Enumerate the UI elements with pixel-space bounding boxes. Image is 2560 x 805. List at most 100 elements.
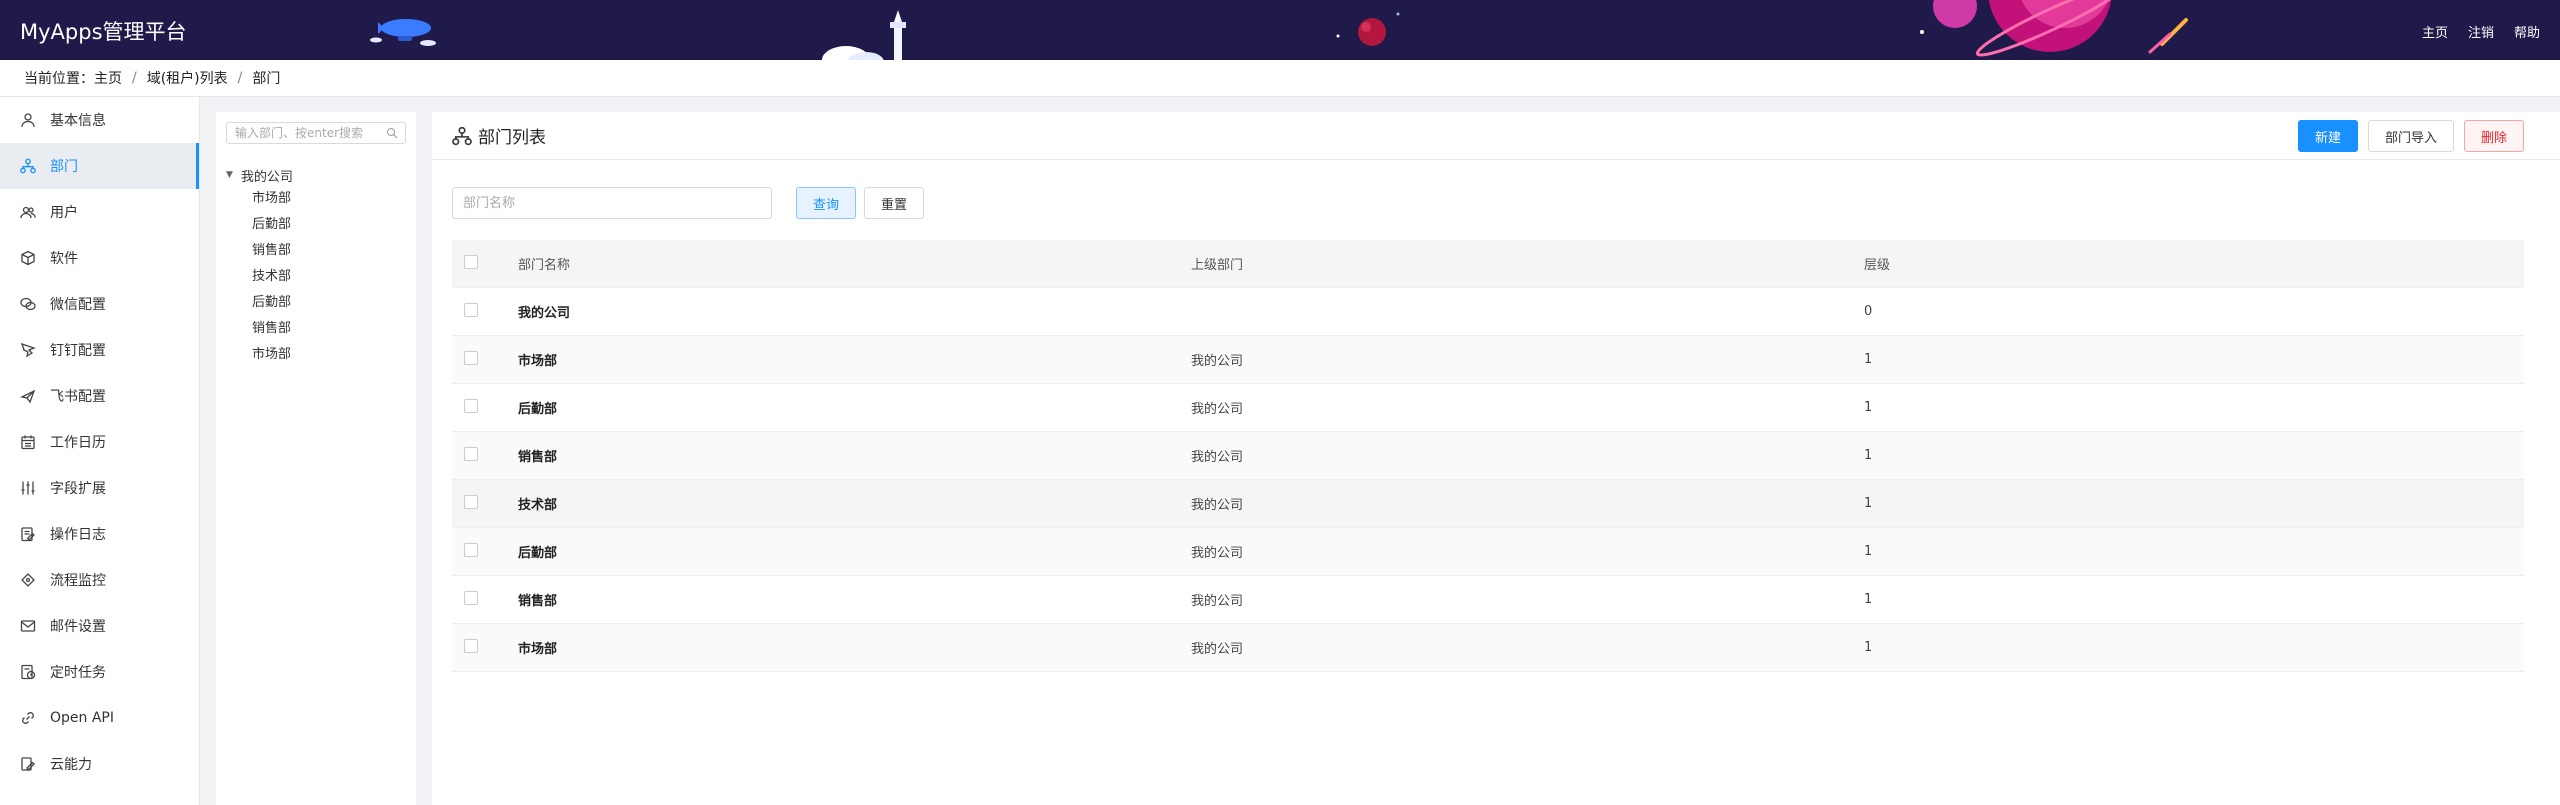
tree-search-input[interactable] [226,122,406,144]
tree-node[interactable]: 销售部 [226,316,293,342]
row-checkbox[interactable] [464,494,478,509]
query-button[interactable]: 查询 [796,187,857,219]
sidebar-item-label: Open API [50,710,114,726]
department-tree-panel: ▼ 我的公司 市场部 后勤部 销售部 技术部 后勤部 销售部 市场部 [216,112,416,805]
table-row[interactable]: 后勤部 我的公司 1 [452,384,2524,432]
sidebar-item-wechat[interactable]: 微信配置 [0,281,199,327]
sidebar-item-label: 软件 [50,251,78,267]
planet-large-illustration [1920,0,2188,57]
sidebar-item-label: 字段扩展 [50,481,106,497]
sidebar-item-mail-settings[interactable]: 邮件设置 [0,603,199,649]
sidebar-item-label: 用户 [50,205,78,221]
search-icon [387,128,398,139]
sidebar-item-scheduled-tasks[interactable]: 定时任务 [0,649,199,695]
sidebar: 基本信息 部门 用户 软件 微信配置 钉钉配置 飞书配置 工作日历 字段扩展 操… [0,97,200,805]
caret-down-icon[interactable]: ▼ [226,170,233,180]
sidebar-item-label: 云能力 [50,757,92,773]
column-header-parent: 上级部门 [1191,258,1244,273]
sidebar-item-label: 邮件设置 [50,619,106,635]
tower-illustration [822,10,906,60]
sidebar-item-basic-info[interactable]: 基本信息 [0,97,199,143]
cell-level: 1 [1864,496,1873,511]
sidebar-item-label: 工作日历 [50,435,106,451]
tree-node[interactable]: 后勤部 [226,290,293,316]
cell-parent-department: 我的公司 [1191,450,1244,465]
cell-parent-department: 我的公司 [1191,594,1244,609]
sidebar-item-open-api[interactable]: Open API [0,695,199,741]
user-icon [21,113,35,128]
sidebar-item-process-monitor[interactable]: 流程监控 [0,557,199,603]
row-checkbox[interactable] [464,398,478,413]
tree-node[interactable]: 市场部 [226,186,293,212]
top-nav-logout[interactable]: 注销 [2468,22,2494,41]
table-row[interactable]: 我的公司 0 [452,288,2524,336]
select-all-checkbox[interactable] [464,254,478,269]
log-icon [21,527,35,542]
row-checkbox[interactable] [464,302,478,317]
sidebar-item-software[interactable]: 软件 [0,235,199,281]
sidebar-item-dingtalk[interactable]: 钉钉配置 [0,327,199,373]
sidebar-item-cloud[interactable]: 云能力 [0,741,199,787]
wechat-icon [20,297,36,311]
org-icon [452,126,472,145]
feishu-icon [20,389,36,404]
top-nav-help[interactable]: 帮助 [2514,22,2540,41]
cell-department-name: 销售部 [518,450,558,465]
row-checkbox[interactable] [464,590,478,605]
table-row[interactable]: 技术部 我的公司 1 [452,480,2524,528]
calendar-icon [21,435,35,450]
sidebar-item-field-extension[interactable]: 字段扩展 [0,465,199,511]
cell-parent-department: 我的公司 [1191,402,1244,417]
import-button[interactable]: 部门导入 [2367,120,2454,152]
table-row[interactable]: 销售部 我的公司 1 [452,576,2524,624]
planet-small-illustration [1336,12,1400,46]
breadcrumb-current: 部门 [252,71,281,87]
table-row[interactable]: 后勤部 我的公司 1 [452,528,2524,576]
new-button[interactable]: 新建 [2297,120,2358,152]
sidebar-item-label: 定时任务 [50,665,106,681]
column-header-name: 部门名称 [518,258,571,273]
row-checkbox[interactable] [464,638,478,653]
monitor-icon [21,573,35,587]
breadcrumb-home[interactable]: 主页 [94,68,122,88]
app-title: MyApps管理平台 [20,20,187,44]
breadcrumb-tenant-list[interactable]: 域(租户)列表 [147,68,228,88]
action-buttons: 新建 部门导入 删除 [2297,120,2524,152]
box-icon [21,250,35,266]
cell-parent-department: 我的公司 [1191,498,1244,513]
sliders-icon [21,481,35,495]
row-checkbox[interactable] [464,542,478,557]
cell-department-name: 销售部 [518,594,558,609]
tree-node[interactable]: 市场部 [226,342,293,368]
tree-node[interactable]: 技术部 [226,264,293,290]
sidebar-item-department[interactable]: 部门 [0,143,199,189]
breadcrumb-separator: / [132,70,137,86]
sidebar-item-label: 基本信息 [50,113,106,129]
reset-button[interactable]: 重置 [864,187,925,219]
sidebar-item-feishu[interactable]: 飞书配置 [0,373,199,419]
link-icon [22,712,34,724]
airship-illustration [370,19,436,46]
sidebar-item-calendar[interactable]: 工作日历 [0,419,199,465]
row-checkbox[interactable] [464,446,478,461]
tree-node[interactable]: 销售部 [226,238,293,264]
cell-parent-department: 我的公司 [1191,642,1244,657]
table-row[interactable]: 市场部 我的公司 1 [452,336,2524,384]
department-name-input[interactable] [452,187,772,219]
tree-node-root[interactable]: ▼ 我的公司 [226,164,293,186]
row-checkbox[interactable] [464,350,478,365]
top-nav-home[interactable]: 主页 [2422,22,2448,41]
cell-level: 1 [1864,400,1873,415]
sidebar-item-operation-log[interactable]: 操作日志 [0,511,199,557]
cell-level: 1 [1864,352,1873,367]
table-row[interactable]: 市场部 我的公司 1 [452,624,2524,672]
delete-button[interactable]: 删除 [2463,120,2524,152]
sidebar-item-users[interactable]: 用户 [0,189,199,235]
cloud-icon [21,757,35,772]
table-row[interactable]: 销售部 我的公司 1 [452,432,2524,480]
cell-parent-department: 我的公司 [1191,546,1244,561]
tree-node[interactable]: 后勤部 [226,212,293,238]
top-header: MyApps管理平台 主页 注销 帮助 [0,0,2560,60]
sidebar-item-label: 钉钉配置 [50,343,106,359]
breadcrumb-separator: / [237,70,243,86]
